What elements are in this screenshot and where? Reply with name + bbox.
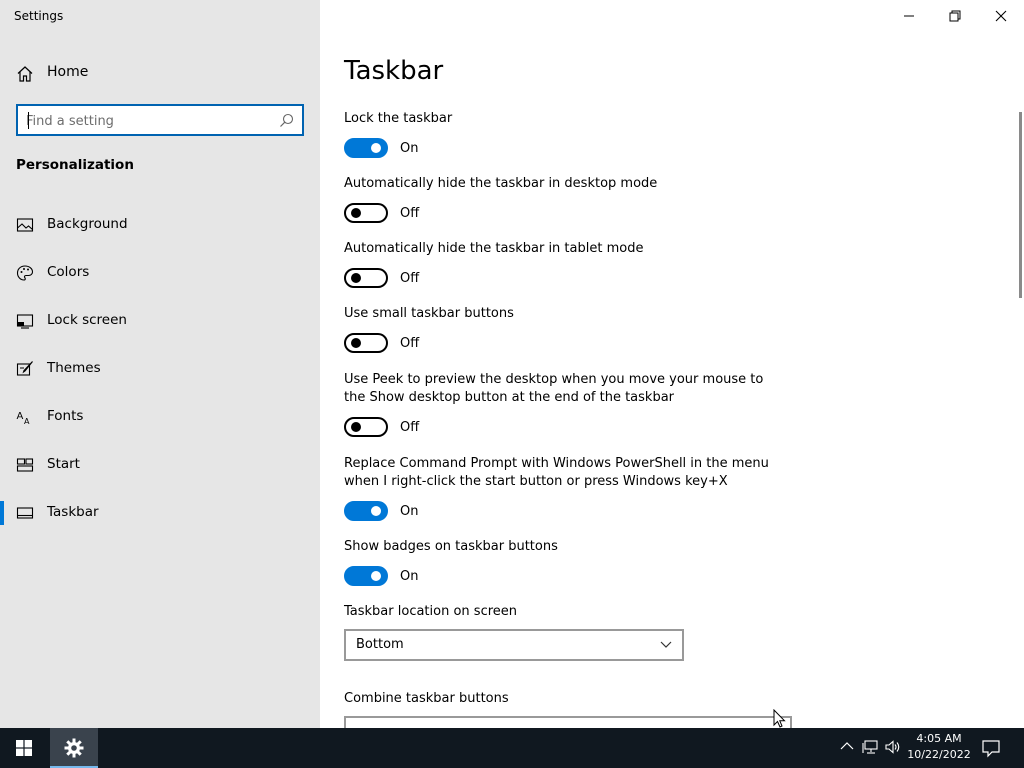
network-icon[interactable] bbox=[862, 738, 880, 756]
sidebar-item-background[interactable]: Background bbox=[0, 205, 320, 245]
taskbar-icon bbox=[16, 507, 34, 519]
svg-text:A: A bbox=[24, 417, 30, 426]
setting-label: Taskbar location on screen bbox=[344, 604, 518, 619]
sidebar-item-label: Lock screen bbox=[47, 312, 127, 328]
mouse-cursor-icon bbox=[773, 709, 786, 728]
chevron-up-icon[interactable] bbox=[838, 738, 856, 756]
peek-toggle[interactable] bbox=[344, 417, 388, 437]
clock-date: 10/22/2022 bbox=[907, 748, 971, 761]
sidebar-item-themes[interactable]: Themes bbox=[0, 349, 320, 389]
gear-icon bbox=[64, 738, 84, 758]
notification-icon[interactable] bbox=[980, 738, 1002, 758]
text-caret bbox=[28, 112, 29, 129]
svg-text:A: A bbox=[17, 411, 24, 422]
taskbar-location-dropdown[interactable]: Bottom bbox=[344, 629, 684, 661]
sidebar-item-label: Taskbar bbox=[47, 504, 99, 520]
windows-logo-icon bbox=[16, 740, 32, 756]
small-buttons-toggle[interactable] bbox=[344, 333, 388, 353]
toggle-knob bbox=[371, 571, 381, 581]
themes-icon bbox=[16, 361, 33, 376]
badges-toggle[interactable] bbox=[344, 566, 388, 586]
sidebar-item-start[interactable]: Start bbox=[0, 445, 320, 485]
toggle-state: On bbox=[400, 504, 419, 519]
selection-indicator bbox=[0, 501, 4, 525]
sidebar-item-label: Colors bbox=[47, 264, 90, 280]
toggle-knob bbox=[351, 273, 361, 283]
start-icon bbox=[16, 458, 34, 472]
search-box[interactable] bbox=[16, 104, 304, 136]
autohide-tablet-toggle[interactable] bbox=[344, 268, 388, 288]
section-title: Personalization bbox=[16, 157, 134, 173]
toggle-knob bbox=[371, 143, 381, 153]
lock-screen-icon bbox=[16, 314, 34, 329]
setting-label: Use Peek to preview the desktop when you… bbox=[344, 372, 764, 405]
autohide-desktop-toggle[interactable] bbox=[344, 203, 388, 223]
toggle-state: On bbox=[400, 569, 419, 584]
taskbar-settings-app[interactable] bbox=[50, 728, 98, 768]
toggle-state: Off bbox=[400, 336, 420, 351]
setting-label: Replace Command Prompt with Windows Powe… bbox=[344, 456, 769, 489]
toggle-knob bbox=[351, 338, 361, 348]
page-title: Taskbar bbox=[344, 56, 444, 86]
start-button[interactable] bbox=[0, 728, 48, 768]
search-icon[interactable] bbox=[279, 113, 294, 128]
combine-buttons-dropdown[interactable] bbox=[344, 716, 792, 728]
sidebar-item-lock-screen[interactable]: Lock screen bbox=[0, 301, 320, 341]
setting-label: Lock the taskbar bbox=[344, 111, 453, 126]
palette-icon bbox=[16, 265, 34, 281]
background-icon bbox=[16, 218, 34, 232]
clock-time: 4:05 AM bbox=[916, 732, 962, 745]
settings-window: Settings Home Personalization Background bbox=[0, 0, 1024, 728]
setting-label: Automatically hide the taskbar in tablet… bbox=[344, 241, 644, 256]
setting-label: Show badges on taskbar buttons bbox=[344, 539, 558, 554]
home-icon bbox=[17, 66, 33, 82]
setting-label: Automatically hide the taskbar in deskto… bbox=[344, 176, 658, 191]
toggle-state: On bbox=[400, 141, 419, 156]
chevron-down-icon bbox=[660, 641, 672, 648]
dropdown-value: Bottom bbox=[356, 637, 404, 652]
sidebar-item-label: Themes bbox=[47, 360, 101, 376]
search-input[interactable] bbox=[26, 111, 266, 131]
sidebar-item-label: Start bbox=[47, 456, 80, 472]
scrollbar[interactable] bbox=[1019, 112, 1022, 298]
toggle-state: Off bbox=[400, 206, 420, 221]
sidebar-item-colors[interactable]: Colors bbox=[0, 253, 320, 293]
toggle-state: Off bbox=[400, 271, 420, 286]
sidebar-item-home[interactable]: Home bbox=[0, 56, 320, 90]
toggle-state: Off bbox=[400, 420, 420, 435]
clock[interactable]: 4:05 AM 10/22/2022 bbox=[904, 731, 974, 763]
sidebar-item-label: Fonts bbox=[47, 408, 84, 424]
toggle-knob bbox=[351, 208, 361, 218]
setting-label: Use small taskbar buttons bbox=[344, 306, 514, 321]
content-pane: Taskbar Lock the taskbar On Automaticall… bbox=[320, 0, 1024, 728]
sidebar: Settings Home Personalization Background bbox=[0, 0, 320, 728]
sidebar-item-fonts[interactable]: A A Fonts bbox=[0, 397, 320, 437]
sidebar-item-label: Home bbox=[47, 64, 89, 80]
sidebar-item-taskbar[interactable]: Taskbar bbox=[0, 493, 320, 533]
lock-taskbar-toggle[interactable] bbox=[344, 138, 388, 158]
app-title: Settings bbox=[14, 9, 64, 23]
toggle-knob bbox=[371, 506, 381, 516]
setting-label: Combine taskbar buttons bbox=[344, 691, 509, 706]
fonts-icon: A A bbox=[17, 411, 31, 426]
sidebar-item-label: Background bbox=[47, 216, 128, 232]
volume-icon[interactable] bbox=[884, 738, 902, 756]
powershell-toggle[interactable] bbox=[344, 501, 388, 521]
taskbar: 4:05 AM 10/22/2022 bbox=[0, 728, 1024, 768]
toggle-knob bbox=[351, 422, 361, 432]
